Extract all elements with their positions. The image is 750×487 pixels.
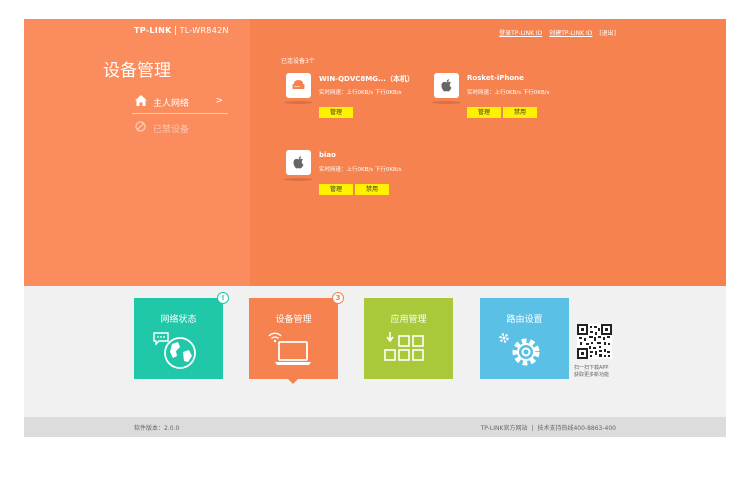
sidebar-item-blocked-devices[interactable]: 已禁设备	[132, 120, 228, 136]
manage-button[interactable]: 管理	[319, 107, 353, 118]
block-button[interactable]: 禁用	[503, 107, 537, 118]
block-button[interactable]: 禁用	[355, 184, 389, 195]
app-qr-code	[577, 324, 612, 359]
gear-icon	[499, 333, 540, 366]
login-tplink-id-link[interactable]: 登录TP-LINK ID	[499, 30, 542, 37]
device-icon-box	[284, 150, 313, 181]
device-card: Rosket-iPhone 实时网速：上行0KB/s 下行0KB/s 管理 禁用	[432, 73, 592, 133]
firmware-version: 软件版本：2.0.0	[134, 425, 180, 432]
manage-button[interactable]: 管理	[319, 184, 353, 195]
bottom-panel: 网络状态 ! 设备管理 3 应用管理 路由设置 扫一扫下载APP 获取更多新功能	[24, 286, 726, 417]
device-speed: 实时网速：上行0KB/s 下行0KB/s	[319, 90, 402, 96]
alert-badge: !	[217, 292, 229, 304]
device-speed: 实时网速：上行0KB/s 下行0KB/s	[467, 90, 550, 96]
tile-network-status[interactable]: 网络状态 !	[134, 292, 229, 379]
apps-grid-icon	[384, 332, 424, 361]
device-speed: 实时网速：上行0KB/s 下行0KB/s	[319, 167, 402, 173]
device-card: biao 实时网速：上行0KB/s 下行0KB/s 管理 禁用	[284, 150, 444, 210]
active-tile-indicator	[288, 379, 298, 384]
device-name: WIN-QDVC8MG...（本机）	[319, 75, 414, 83]
sidebar-item-label: 主人网络	[153, 99, 190, 109]
home-icon	[135, 95, 147, 109]
create-tplink-id-link[interactable]: 创建TP-LINK ID	[549, 30, 592, 37]
account-links: 登录TP-LINK ID 创建TP-LINK ID [退出]	[494, 28, 616, 37]
sidebar: 设备管理 主人网络 > 已禁设备	[24, 19, 250, 286]
footer: 软件版本：2.0.0 TP-LINK官方网站 | 技术支持热线400-8863-40…	[24, 417, 726, 437]
app-download-text: 扫一扫下载APP 获取更多新功能	[574, 365, 610, 378]
device-name: Rosket-iPhone	[467, 74, 524, 82]
router-admin-page: 设备管理 主人网络 > 已禁设备 TP-LINK TL-WR842N 登录TP-L…	[24, 19, 726, 437]
tile-app-management[interactable]: 应用管理	[364, 298, 453, 379]
official-site-link[interactable]: TP-LINK官方网站	[481, 425, 528, 432]
device-card: WIN-QDVC8MG...（本机） 实时网速：上行0KB/s 下行0KB/s …	[284, 73, 444, 133]
chevron-right-icon: >	[215, 96, 223, 106]
sidebar-item-label: 已禁设备	[153, 125, 190, 135]
connected-devices-count: 已连设备3个	[281, 58, 315, 65]
ban-icon	[135, 121, 146, 135]
page-title: 设备管理	[103, 61, 171, 81]
tile-label: 应用管理	[390, 315, 427, 325]
laptop-wifi-icon	[268, 332, 311, 365]
tile-label: 网络状态	[160, 315, 197, 325]
router-model: TL-WR842N	[174, 26, 229, 35]
device-icon-box	[284, 73, 313, 104]
brand-name: TP-LINK	[134, 26, 172, 35]
tile-router-settings[interactable]: 路由设置	[480, 298, 569, 379]
globe-icon	[153, 332, 196, 369]
device-count-badge: 3	[332, 292, 344, 304]
top-panel: 设备管理 主人网络 > 已禁设备 TP-LINK TL-WR842N 登录TP-L…	[24, 19, 726, 286]
footer-separator: |	[531, 425, 534, 432]
router-icon	[292, 80, 305, 89]
tile-label: 路由设置	[506, 315, 543, 325]
apple-icon	[293, 156, 304, 169]
brand-logo: TP-LINK TL-WR842N	[134, 26, 229, 35]
device-icon-box	[432, 73, 461, 104]
logout-link[interactable]: [退出]	[599, 30, 616, 37]
apple-icon	[441, 79, 452, 92]
sidebar-item-owner-network[interactable]: 主人网络 >	[132, 93, 228, 114]
manage-button[interactable]: 管理	[467, 107, 501, 118]
tile-device-management[interactable]: 设备管理 3	[249, 292, 344, 384]
device-name: biao	[319, 151, 336, 159]
support-hotline: 技术支持热线400-8863-400	[537, 425, 616, 432]
tile-label: 设备管理	[275, 315, 312, 325]
